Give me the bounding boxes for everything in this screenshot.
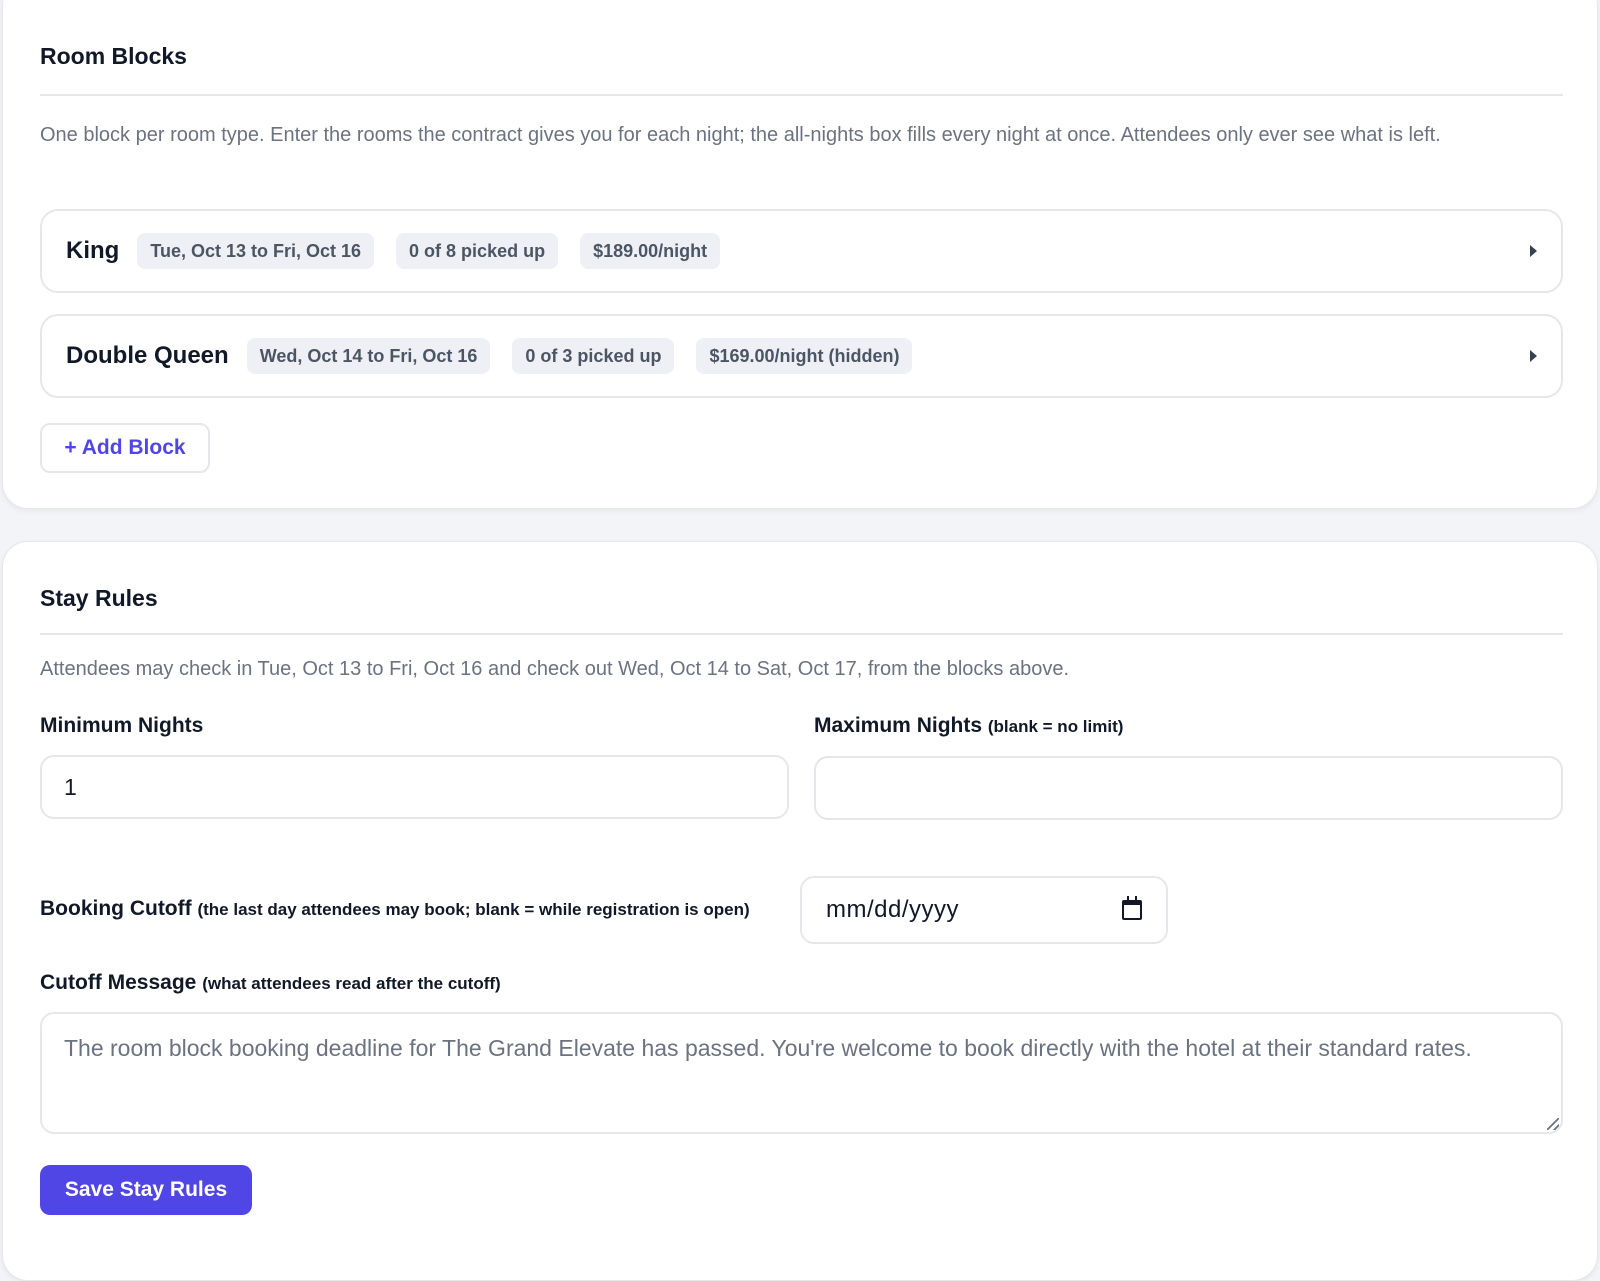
add-block-button[interactable]: + Add Block (40, 423, 210, 473)
stay-rules-title: Stay Rules (40, 585, 158, 611)
booking-cutoff-label: Booking Cutoff (the last day attendees m… (40, 897, 750, 920)
block-rate-badge: $169.00/night (hidden) (696, 338, 913, 374)
room-blocks-card: Room Blocks One block per room type. Ent… (2, 0, 1598, 509)
expand-caret-icon[interactable] (1530, 350, 1537, 362)
resize-grip-icon[interactable] (1547, 1118, 1559, 1130)
stay-rules-card: Stay Rules Attendees may check in Tue, O… (2, 541, 1598, 1281)
booking-cutoff-hint: (the last day attendees may book; blank … (197, 900, 750, 919)
save-stay-rules-button[interactable]: Save Stay Rules (40, 1165, 252, 1215)
booking-cutoff-date-input[interactable]: mm/dd/yyyy (800, 876, 1168, 944)
min-nights-input[interactable] (40, 755, 789, 819)
cutoff-message-hint: (what attendees read after the cutoff) (202, 974, 501, 993)
room-block-row-king[interactable]: King Tue, Oct 13 to Fri, Oct 16 0 of 8 p… (40, 209, 1563, 293)
block-dates-badge: Wed, Oct 14 to Fri, Oct 16 (246, 338, 491, 374)
room-blocks-title: Room Blocks (40, 43, 187, 69)
max-nights-label: Maximum Nights (blank = no limit) (814, 714, 1124, 737)
max-nights-input[interactable] (814, 756, 1563, 820)
min-nights-label: Minimum Nights (40, 714, 204, 737)
max-nights-hint: (blank = no limit) (987, 717, 1124, 736)
block-pickup-badge: 0 of 3 picked up (512, 338, 675, 374)
block-dates-badge: Tue, Oct 13 to Fri, Oct 16 (137, 233, 375, 269)
block-rate-badge: $189.00/night (580, 233, 721, 269)
block-name: Double Queen (66, 342, 229, 369)
block-name: King (66, 237, 120, 264)
room-blocks-description: One block per room type. Enter the rooms… (40, 124, 1441, 146)
room-blocks-divider (40, 94, 1563, 96)
cutoff-message-label: Cutoff Message (what attendees read afte… (40, 971, 501, 994)
stay-rules-description: Attendees may check in Tue, Oct 13 to Fr… (40, 658, 1070, 680)
room-block-row-double-queen[interactable]: Double Queen Wed, Oct 14 to Fri, Oct 16 … (40, 314, 1563, 398)
stay-rules-divider (40, 633, 1563, 635)
cutoff-message-textarea[interactable] (40, 1012, 1563, 1134)
expand-caret-icon[interactable] (1530, 245, 1537, 257)
block-pickup-badge: 0 of 8 picked up (396, 233, 559, 269)
calendar-icon[interactable] (1122, 896, 1142, 920)
date-placeholder: mm/dd/yyyy (826, 896, 960, 923)
